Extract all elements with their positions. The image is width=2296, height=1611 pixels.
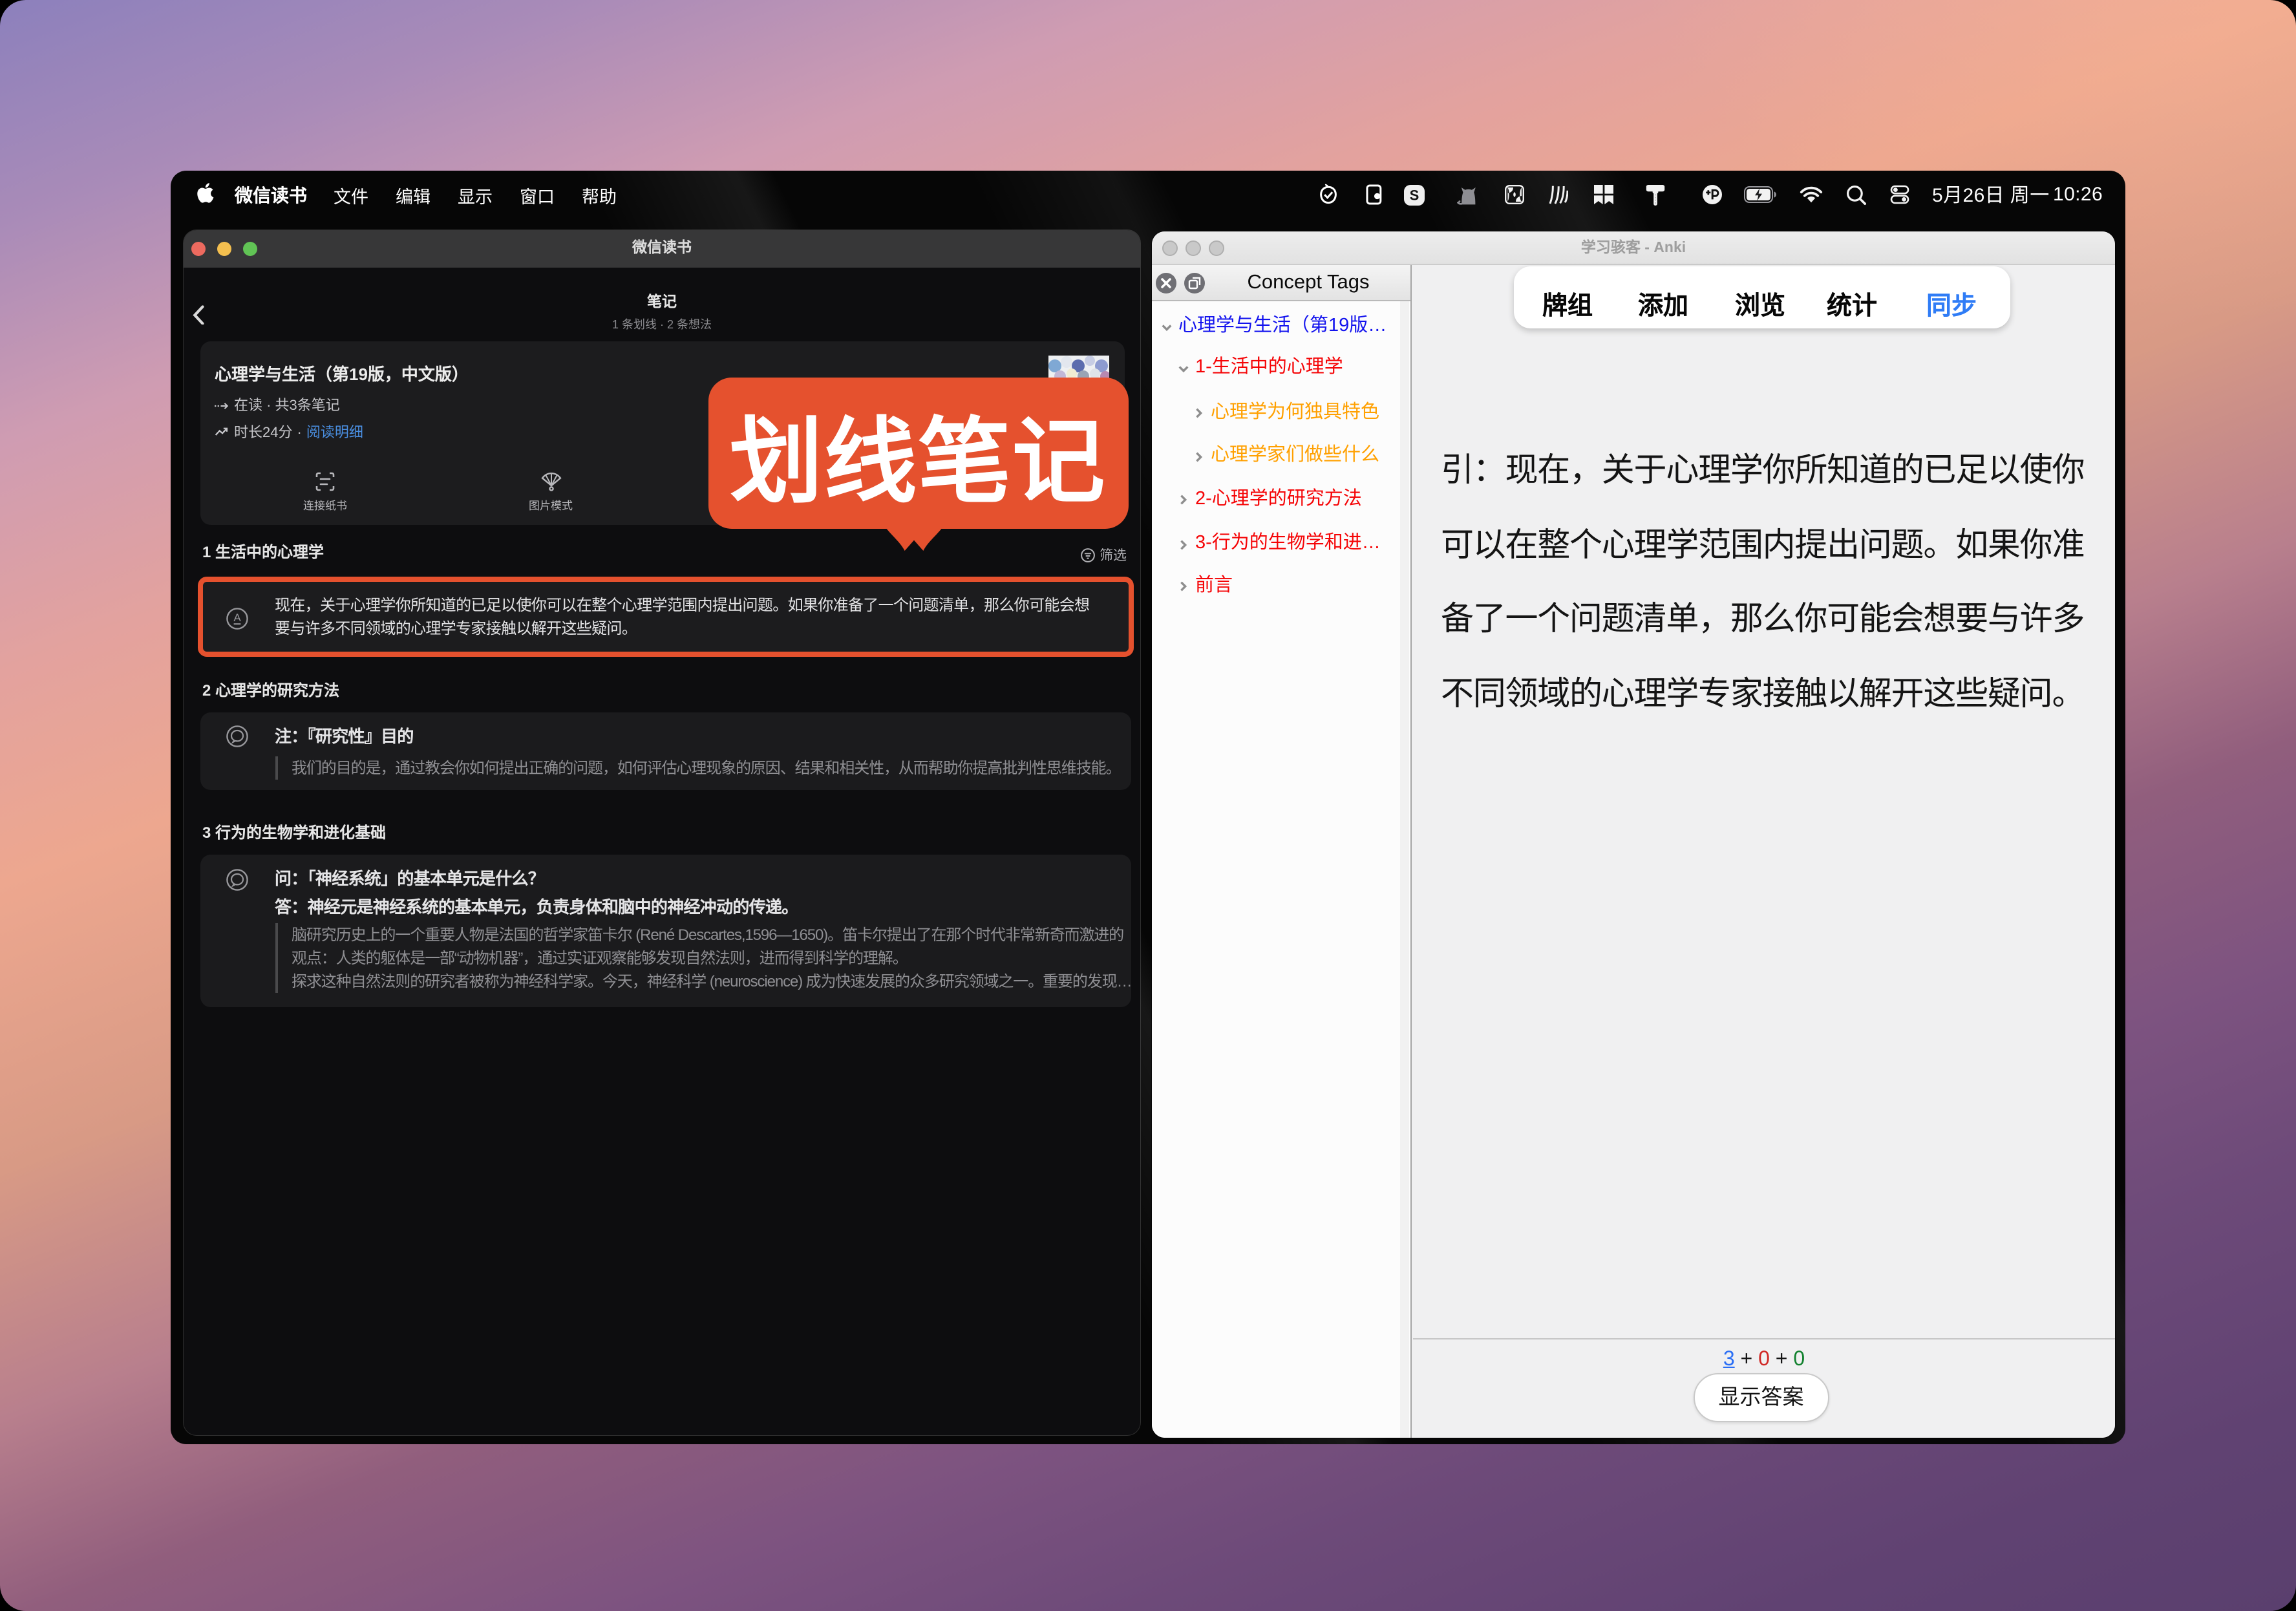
svg-text:A: A: [233, 612, 241, 624]
svg-text:S: S: [1410, 187, 1419, 203]
